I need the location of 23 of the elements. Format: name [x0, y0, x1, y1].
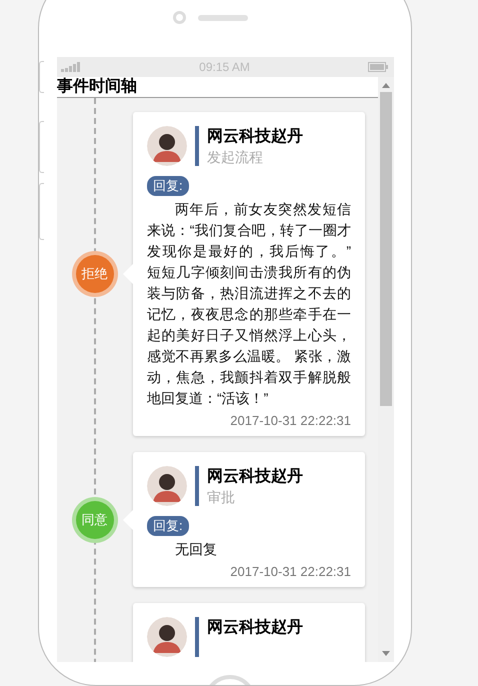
scroll-up-icon[interactable] [382, 83, 390, 88]
avatar-icon [147, 126, 187, 166]
user-name: 网云科技赵丹 [207, 466, 303, 487]
reply-tag: 回复: [147, 516, 189, 536]
step-label: 审批 [207, 488, 236, 506]
step-label: 发起流程 [207, 148, 264, 166]
status-node: 拒绝 [76, 255, 114, 293]
page-title: 事件时间轴 [57, 77, 378, 98]
reply-text: 无回复 [174, 540, 218, 559]
speaker-icon [198, 15, 248, 21]
reply-text: 两年后，前女友突然发短信来说：“我们复合吧，转了一圈才发现你是最好的，我后悔了。” 短短几字倾刻间击溃我所有的伪装与防备，热泪流进挥之不去的记忆，夜夜思念的那些牵手在一起的美好日子又悄然浮上心头，感觉不再累多么温暖。 紧张，激动，焦急，我颤抖着双手解脱般地回复道：“活该！” [147, 200, 351, 408]
user-name: 网云科技赵丹 [207, 618, 303, 638]
scroll-down-icon[interactable] [382, 651, 390, 656]
avatar-icon [147, 466, 187, 506]
status-node: 同意 [76, 500, 114, 538]
camera-icon [172, 11, 186, 24]
user-name: 网云科技赵丹 [207, 126, 303, 147]
reply-tag: 回复: [147, 176, 189, 196]
battery-icon [368, 62, 388, 72]
signal-icon [61, 62, 81, 72]
timestamp: 2017-10-31 22:22:31 [229, 564, 351, 579]
avatar-icon [147, 617, 187, 657]
timestamp: 2017-10-31 22:22:31 [229, 413, 351, 428]
